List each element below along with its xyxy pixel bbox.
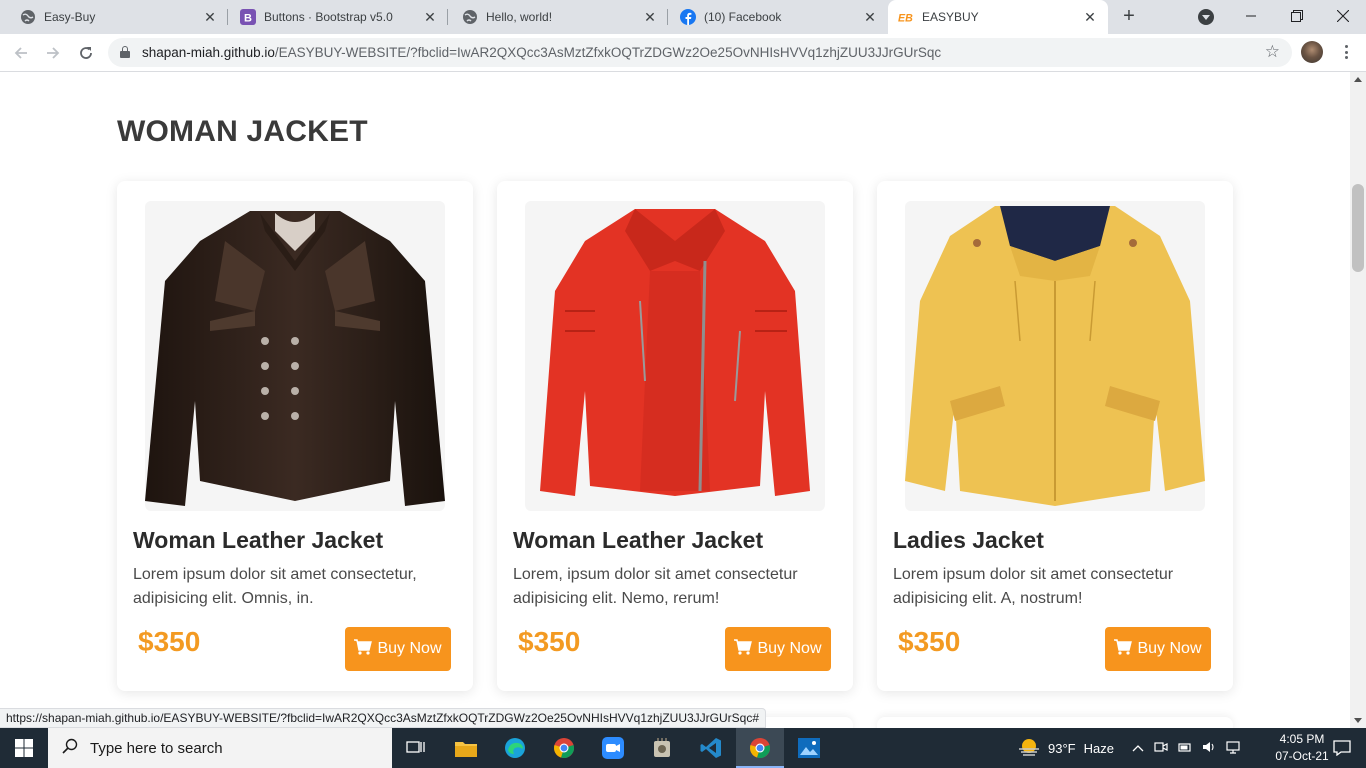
close-icon[interactable]: ✕: [642, 9, 658, 25]
cart-icon: [734, 638, 753, 660]
easybuy-logo-icon: EB: [898, 9, 914, 25]
photos-icon[interactable]: [785, 728, 833, 768]
system-tray: [1132, 728, 1242, 768]
search-icon: [62, 738, 78, 758]
tab-title: Buttons · Bootstrap v5.0: [264, 10, 393, 24]
tab-easy-buy[interactable]: Easy-Buy ✕: [0, 0, 228, 34]
windows-taskbar: Type here to search 93°F Haze 4:05 PM 07…: [0, 728, 1366, 768]
close-icon[interactable]: ✕: [202, 9, 218, 25]
url-host: shapan-miah.github.io: [142, 45, 275, 60]
status-url-bubble: https://shapan-miah.github.io/EASYBUY-WE…: [0, 708, 767, 728]
weather-widget[interactable]: 93°F Haze: [1018, 728, 1114, 768]
product-card: Ladies Jacket Lorem ipsum dolor sit amet…: [877, 181, 1233, 691]
new-tab-button[interactable]: +: [1116, 5, 1142, 29]
menu-kebab-icon[interactable]: [1338, 42, 1354, 62]
svg-text:B: B: [244, 13, 252, 25]
close-window-button[interactable]: [1320, 0, 1366, 32]
product-description: Lorem ipsum dolor sit amet consectetur, …: [133, 566, 417, 607]
product-image: [905, 201, 1205, 511]
section-title: WOMAN JACKET: [117, 115, 368, 148]
search-placeholder: Type here to search: [90, 739, 223, 757]
product-card: Woman Leather Jacket Lorem ipsum dolor s…: [117, 181, 473, 691]
product-name: Woman Leather Jacket: [133, 527, 384, 553]
tab-facebook[interactable]: (10) Facebook ✕: [668, 0, 888, 34]
start-button[interactable]: [0, 728, 48, 768]
weather-temp: 93°F: [1048, 740, 1076, 756]
tab-easybuy[interactable]: EB EASYBUY ✕: [888, 0, 1108, 34]
task-view-icon[interactable]: [392, 728, 440, 768]
product-name: Ladies Jacket: [893, 527, 1044, 553]
product-price: $350: [138, 626, 201, 657]
close-icon[interactable]: ✕: [422, 9, 438, 25]
chrome-active-icon[interactable]: [736, 728, 784, 768]
product-image: [145, 201, 445, 511]
product-price: $350: [518, 626, 581, 657]
back-button[interactable]: [10, 42, 32, 64]
reload-button[interactable]: [75, 42, 97, 64]
buy-now-button[interactable]: Buy Now: [725, 627, 831, 671]
scroll-thumb[interactable]: [1352, 184, 1364, 272]
meet-now-icon[interactable]: [1154, 740, 1168, 757]
tab-strip: Easy-Buy ✕ B Buttons · Bootstrap v5.0 ✕ …: [0, 0, 1366, 34]
product-card: [877, 717, 1233, 728]
product-price: $350: [898, 626, 961, 657]
file-explorer-icon[interactable]: [442, 728, 490, 768]
browser-toolbar: shapan-miah.github.io/EASYBUY-WEBSITE/?f…: [0, 34, 1366, 72]
tab-bootstrap[interactable]: B Buttons · Bootstrap v5.0 ✕: [228, 0, 448, 34]
battery-icon[interactable]: [1178, 740, 1192, 757]
close-icon[interactable]: ✕: [862, 9, 878, 25]
forward-button[interactable]: [42, 42, 64, 64]
product-image: [525, 201, 825, 511]
url-path: /EASYBUY-WEBSITE/?fbclid=IwAR2QXQcc3AsMz…: [274, 45, 942, 60]
restore-button[interactable]: [1274, 0, 1320, 32]
product-description: Lorem, ipsum dolor sit amet consectetur …: [513, 566, 798, 607]
scroll-up-arrow-icon[interactable]: [1354, 77, 1362, 82]
minimize-button[interactable]: [1228, 0, 1274, 32]
scroll-down-arrow-icon[interactable]: [1354, 718, 1362, 723]
chevron-up-icon[interactable]: [1132, 741, 1144, 756]
tab-title: (10) Facebook: [704, 10, 782, 24]
buy-now-label: Buy Now: [1137, 640, 1202, 657]
taskbar-search-box[interactable]: Type here to search: [48, 728, 392, 768]
notification-icon[interactable]: [1318, 728, 1366, 768]
buy-now-button[interactable]: Buy Now: [1105, 627, 1211, 671]
page-scrollbar[interactable]: [1350, 72, 1366, 728]
weather-text: Haze: [1083, 740, 1114, 756]
buy-now-button[interactable]: Buy Now: [345, 627, 451, 671]
volume-icon[interactable]: [1202, 740, 1216, 757]
address-bar[interactable]: shapan-miah.github.io/EASYBUY-WEBSITE/?f…: [108, 38, 1292, 67]
profile-avatar[interactable]: [1301, 41, 1323, 63]
edge-browser-icon[interactable]: [491, 728, 539, 768]
cart-icon: [354, 638, 373, 660]
network-icon[interactable]: [1226, 740, 1242, 757]
tab-hello-world[interactable]: Hello, world! ✕: [448, 0, 668, 34]
facebook-icon: [680, 9, 696, 25]
close-icon[interactable]: ✕: [1082, 9, 1098, 25]
bootstrap-icon: B: [240, 9, 256, 25]
svg-text:EB: EB: [898, 12, 913, 24]
cart-icon: [1114, 638, 1133, 660]
product-description: Lorem ipsum dolor sit amet consectetur a…: [893, 566, 1174, 607]
page-viewport: WOMAN JACKET Woman Leather Jacket Lorem …: [0, 72, 1350, 728]
zoom-icon[interactable]: [589, 728, 637, 768]
tab-title: Hello, world!: [486, 10, 553, 24]
url-text[interactable]: shapan-miah.github.io/EASYBUY-WEBSITE/?f…: [142, 45, 941, 60]
vscode-icon[interactable]: [687, 728, 735, 768]
haze-weather-icon: [1018, 737, 1040, 760]
product-card: Woman Leather Jacket Lorem, ipsum dolor …: [497, 181, 853, 691]
app-icon[interactable]: [638, 728, 686, 768]
product-name: Woman Leather Jacket: [513, 527, 764, 553]
buy-now-label: Buy Now: [757, 640, 822, 657]
chrome-icon[interactable]: [540, 728, 588, 768]
tab-title: Easy-Buy: [44, 10, 96, 24]
bookmark-star-icon[interactable]: ☆: [1265, 42, 1280, 62]
tab-search-icon[interactable]: [1198, 9, 1214, 25]
globe-icon: [20, 9, 36, 25]
buy-now-label: Buy Now: [377, 640, 442, 657]
tab-title: EASYBUY: [922, 10, 979, 24]
globe-icon: [462, 9, 478, 25]
lock-icon[interactable]: [120, 46, 130, 58]
